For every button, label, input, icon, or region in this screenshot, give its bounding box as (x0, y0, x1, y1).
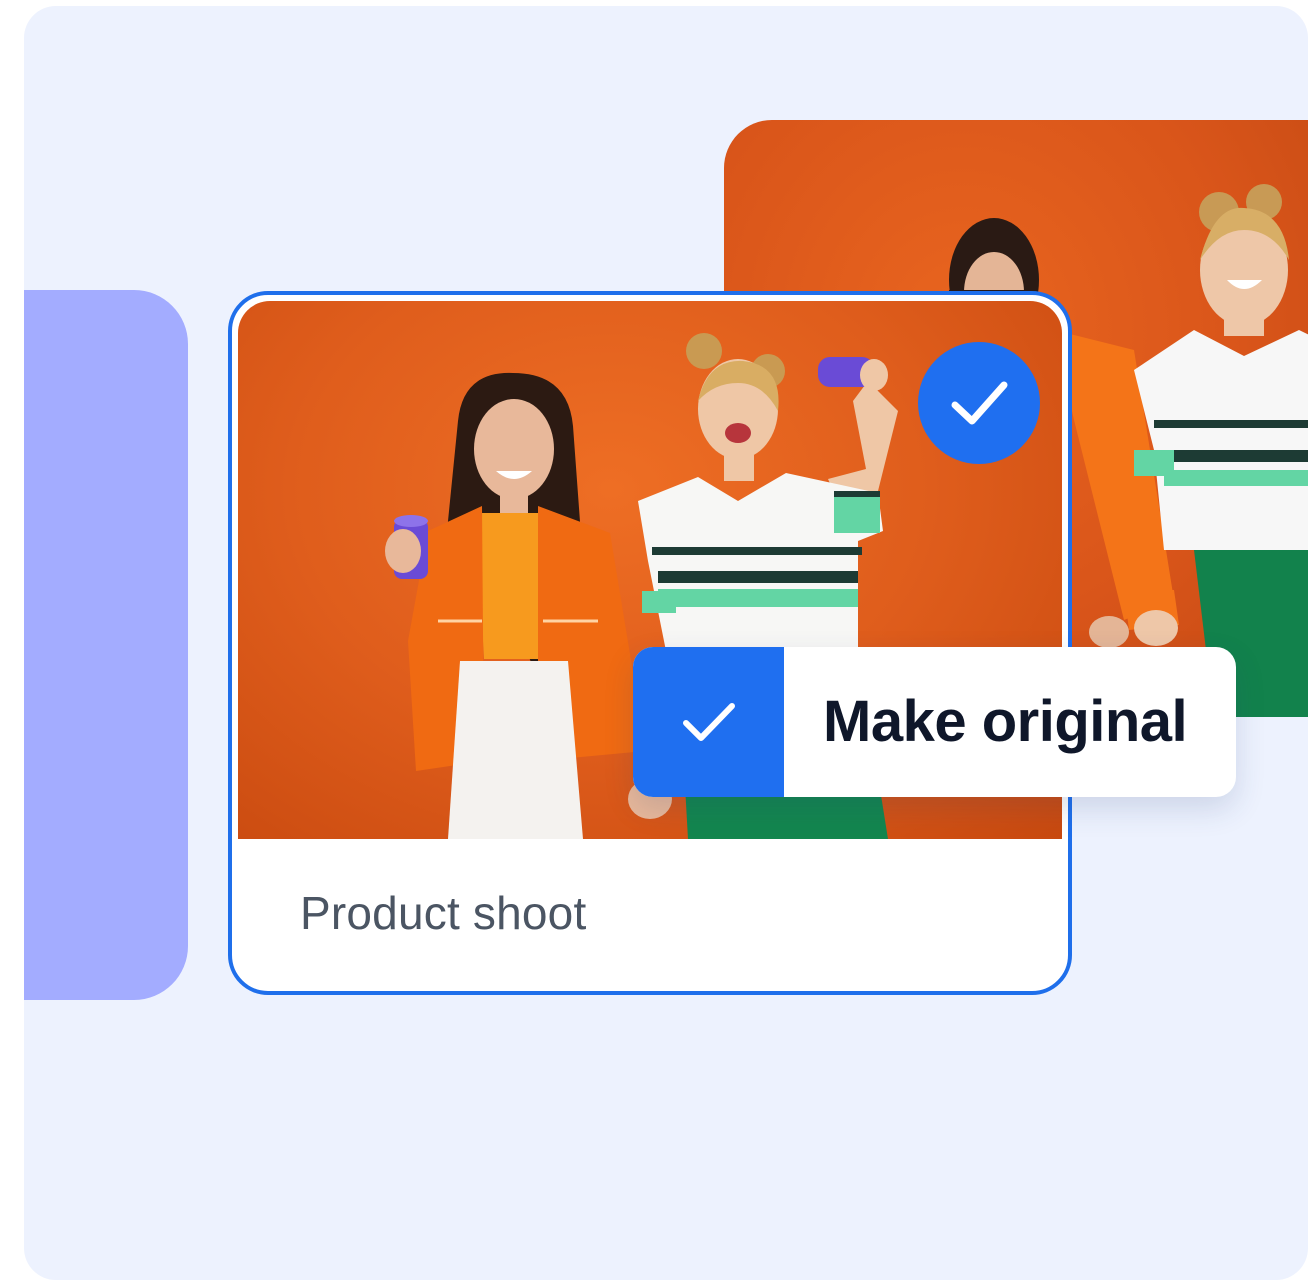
selected-badge[interactable] (918, 342, 1040, 464)
canvas: Product shoot Make original (24, 6, 1308, 1280)
make-original-label: Make original (823, 689, 1188, 754)
checkmark-icon (951, 381, 1008, 425)
card-inner: Product shoot (238, 301, 1062, 985)
make-original-checkbox[interactable] (633, 647, 784, 797)
make-original-button[interactable]: Make original (633, 647, 1236, 797)
side-panel (24, 290, 188, 1000)
card-caption: Product shoot (300, 887, 587, 939)
selected-photo-card[interactable]: Product shoot (228, 291, 1072, 995)
checkmark-icon (682, 703, 735, 741)
